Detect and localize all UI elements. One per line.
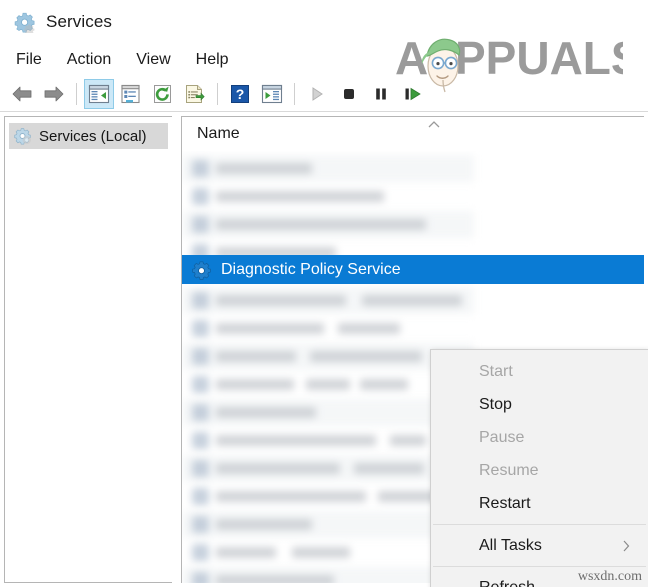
toolbar: ? bbox=[0, 76, 648, 112]
sidebar-item-services-local[interactable]: Services (Local) bbox=[9, 123, 168, 149]
toolbar-action-pane-button[interactable] bbox=[257, 79, 287, 109]
list-column-header[interactable]: Name bbox=[182, 117, 644, 151]
ctx-start-label: Start bbox=[479, 362, 513, 380]
toolbar-separator-3 bbox=[294, 82, 295, 105]
context-menu-separator-2 bbox=[433, 566, 646, 567]
toolbar-properties-button[interactable] bbox=[116, 79, 146, 109]
services-gear-icon bbox=[14, 12, 35, 33]
context-menu-separator-1 bbox=[433, 524, 646, 525]
ctx-resume[interactable]: Resume bbox=[431, 454, 648, 487]
properties-icon bbox=[121, 84, 140, 103]
content-area: Services (Local) Name Diagnostic Policy … bbox=[0, 112, 648, 587]
toolbar-help-button[interactable]: ? bbox=[225, 79, 255, 109]
forward-arrow-icon bbox=[44, 86, 64, 101]
list-row-obscured[interactable] bbox=[182, 211, 474, 238]
toolbar-console-tree-button[interactable] bbox=[84, 78, 114, 109]
export-list-icon bbox=[186, 84, 205, 103]
restart-service-icon bbox=[405, 87, 421, 100]
show-hide-console-tree-icon bbox=[88, 84, 110, 103]
service-gear-icon bbox=[192, 260, 211, 280]
help-icon: ? bbox=[231, 84, 249, 103]
list-row-selected[interactable]: Diagnostic Policy Service bbox=[182, 255, 644, 284]
menu-help[interactable]: Help bbox=[196, 49, 241, 71]
menu-bar: File Action View Help bbox=[0, 43, 648, 76]
toolbar-stop-service-button[interactable] bbox=[334, 79, 364, 109]
menu-view[interactable]: View bbox=[136, 49, 182, 71]
menu-file[interactable]: File bbox=[16, 49, 54, 71]
ctx-stop-label: Stop bbox=[479, 395, 512, 413]
ctx-stop[interactable]: Stop bbox=[431, 388, 648, 421]
pause-service-icon bbox=[376, 88, 386, 99]
services-gear-icon bbox=[14, 128, 31, 145]
list-row-label: Diagnostic Policy Service bbox=[221, 260, 401, 278]
ctx-all-tasks[interactable]: All Tasks bbox=[431, 529, 648, 562]
ctx-all-tasks-label: All Tasks bbox=[479, 536, 542, 554]
toolbar-start-service-button[interactable] bbox=[302, 79, 332, 109]
back-arrow-icon bbox=[12, 86, 32, 101]
services-window: Services File Action View Help ? A PPUAL… bbox=[0, 0, 648, 587]
toolbar-pause-service-button[interactable] bbox=[366, 79, 396, 109]
ctx-refresh-label: Refresh bbox=[479, 578, 536, 587]
ctx-pause-label: Pause bbox=[479, 428, 525, 446]
toolbar-restart-service-button[interactable] bbox=[398, 79, 428, 109]
list-row-obscured[interactable] bbox=[182, 287, 474, 314]
list-row-obscured[interactable] bbox=[182, 183, 474, 210]
console-tree-pane: Services (Local) bbox=[4, 116, 172, 583]
ctx-pause[interactable]: Pause bbox=[431, 421, 648, 454]
ctx-resume-label: Resume bbox=[479, 461, 539, 479]
title-bar: Services bbox=[0, 0, 648, 43]
toolbar-back-button[interactable] bbox=[7, 79, 37, 109]
sidebar-item-label: Services (Local) bbox=[39, 127, 147, 145]
window-title: Services bbox=[46, 11, 112, 31]
ctx-restart[interactable]: Restart bbox=[431, 487, 648, 520]
ctx-start[interactable]: Start bbox=[431, 355, 648, 388]
chevron-right-icon bbox=[623, 540, 630, 551]
refresh-icon bbox=[154, 84, 171, 103]
chevron-up-icon bbox=[428, 121, 440, 128]
toolbar-export-button[interactable] bbox=[180, 79, 210, 109]
ctx-restart-label: Restart bbox=[479, 494, 531, 512]
menu-action[interactable]: Action bbox=[67, 49, 123, 71]
site-watermark: wsxdn.com bbox=[577, 569, 642, 584]
toolbar-separator-2 bbox=[217, 82, 218, 105]
svg-text:?: ? bbox=[236, 86, 245, 102]
list-row-obscured[interactable] bbox=[182, 315, 474, 342]
context-menu: Start Stop Pause Resume Restart All Task… bbox=[430, 349, 648, 587]
start-service-icon bbox=[312, 86, 323, 101]
show-action-pane-icon bbox=[261, 84, 283, 103]
list-row-obscured[interactable] bbox=[182, 155, 474, 182]
column-header-name: Name bbox=[197, 125, 240, 142]
stop-service-icon bbox=[344, 88, 354, 99]
toolbar-forward-button[interactable] bbox=[39, 79, 69, 109]
toolbar-refresh-button[interactable] bbox=[148, 79, 178, 109]
toolbar-separator-1 bbox=[76, 82, 77, 105]
